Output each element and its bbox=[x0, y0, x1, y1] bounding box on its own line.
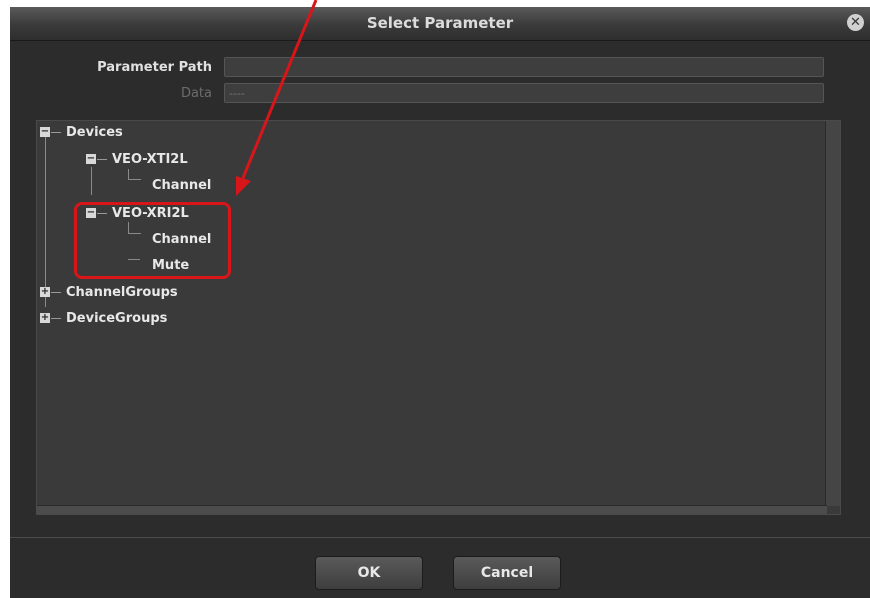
annotation-arrow-head bbox=[236, 176, 251, 196]
annotation-arrow bbox=[236, 0, 318, 196]
annotation-arrow-shaft bbox=[241, 0, 318, 179]
